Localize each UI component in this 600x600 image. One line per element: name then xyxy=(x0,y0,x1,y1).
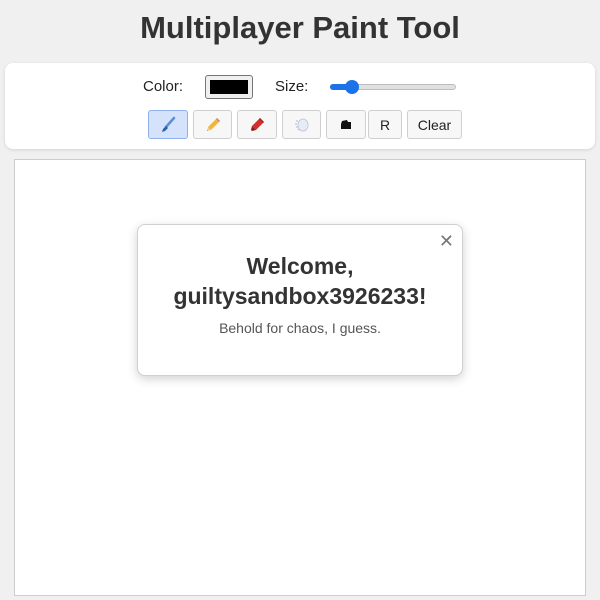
pencil-tool-button[interactable] xyxy=(193,110,232,139)
close-icon[interactable]: ✕ xyxy=(439,231,454,251)
welcome-heading-line1: Welcome, xyxy=(246,253,354,279)
spray-tool-button[interactable] xyxy=(282,110,321,139)
welcome-message: Behold for chaos, I guess. xyxy=(219,320,381,336)
r-button[interactable]: R xyxy=(368,110,402,139)
clear-button[interactable]: Clear xyxy=(407,110,462,139)
welcome-username: guiltysandbox3926233! xyxy=(173,283,427,309)
fill-tool-button[interactable] xyxy=(326,110,366,139)
toolbar-tools-row: R Clear xyxy=(5,110,595,140)
color-picker[interactable] xyxy=(205,75,253,99)
size-slider-thumb[interactable] xyxy=(344,80,359,94)
spray-icon xyxy=(293,116,311,134)
brush-tool-button[interactable] xyxy=(148,110,188,139)
toolbar: Color: Size: R Clear xyxy=(5,63,595,149)
marker-tool-button[interactable] xyxy=(237,110,277,139)
color-label: Color: xyxy=(143,78,184,95)
color-picker-swatch xyxy=(210,80,248,94)
pencil-icon xyxy=(204,116,222,134)
welcome-heading: Welcome, guiltysandbox3926233! xyxy=(138,251,462,311)
size-slider[interactable] xyxy=(330,80,456,94)
size-label: Size: xyxy=(275,78,309,95)
fill-icon xyxy=(337,116,355,134)
welcome-dialog: ✕ Welcome, guiltysandbox3926233! Behold … xyxy=(137,224,463,376)
page-title: Multiplayer Paint Tool xyxy=(140,10,460,45)
marker-icon xyxy=(248,116,266,134)
paintbrush-icon xyxy=(159,116,177,134)
toolbar-settings-row: Color: Size: xyxy=(5,75,595,101)
